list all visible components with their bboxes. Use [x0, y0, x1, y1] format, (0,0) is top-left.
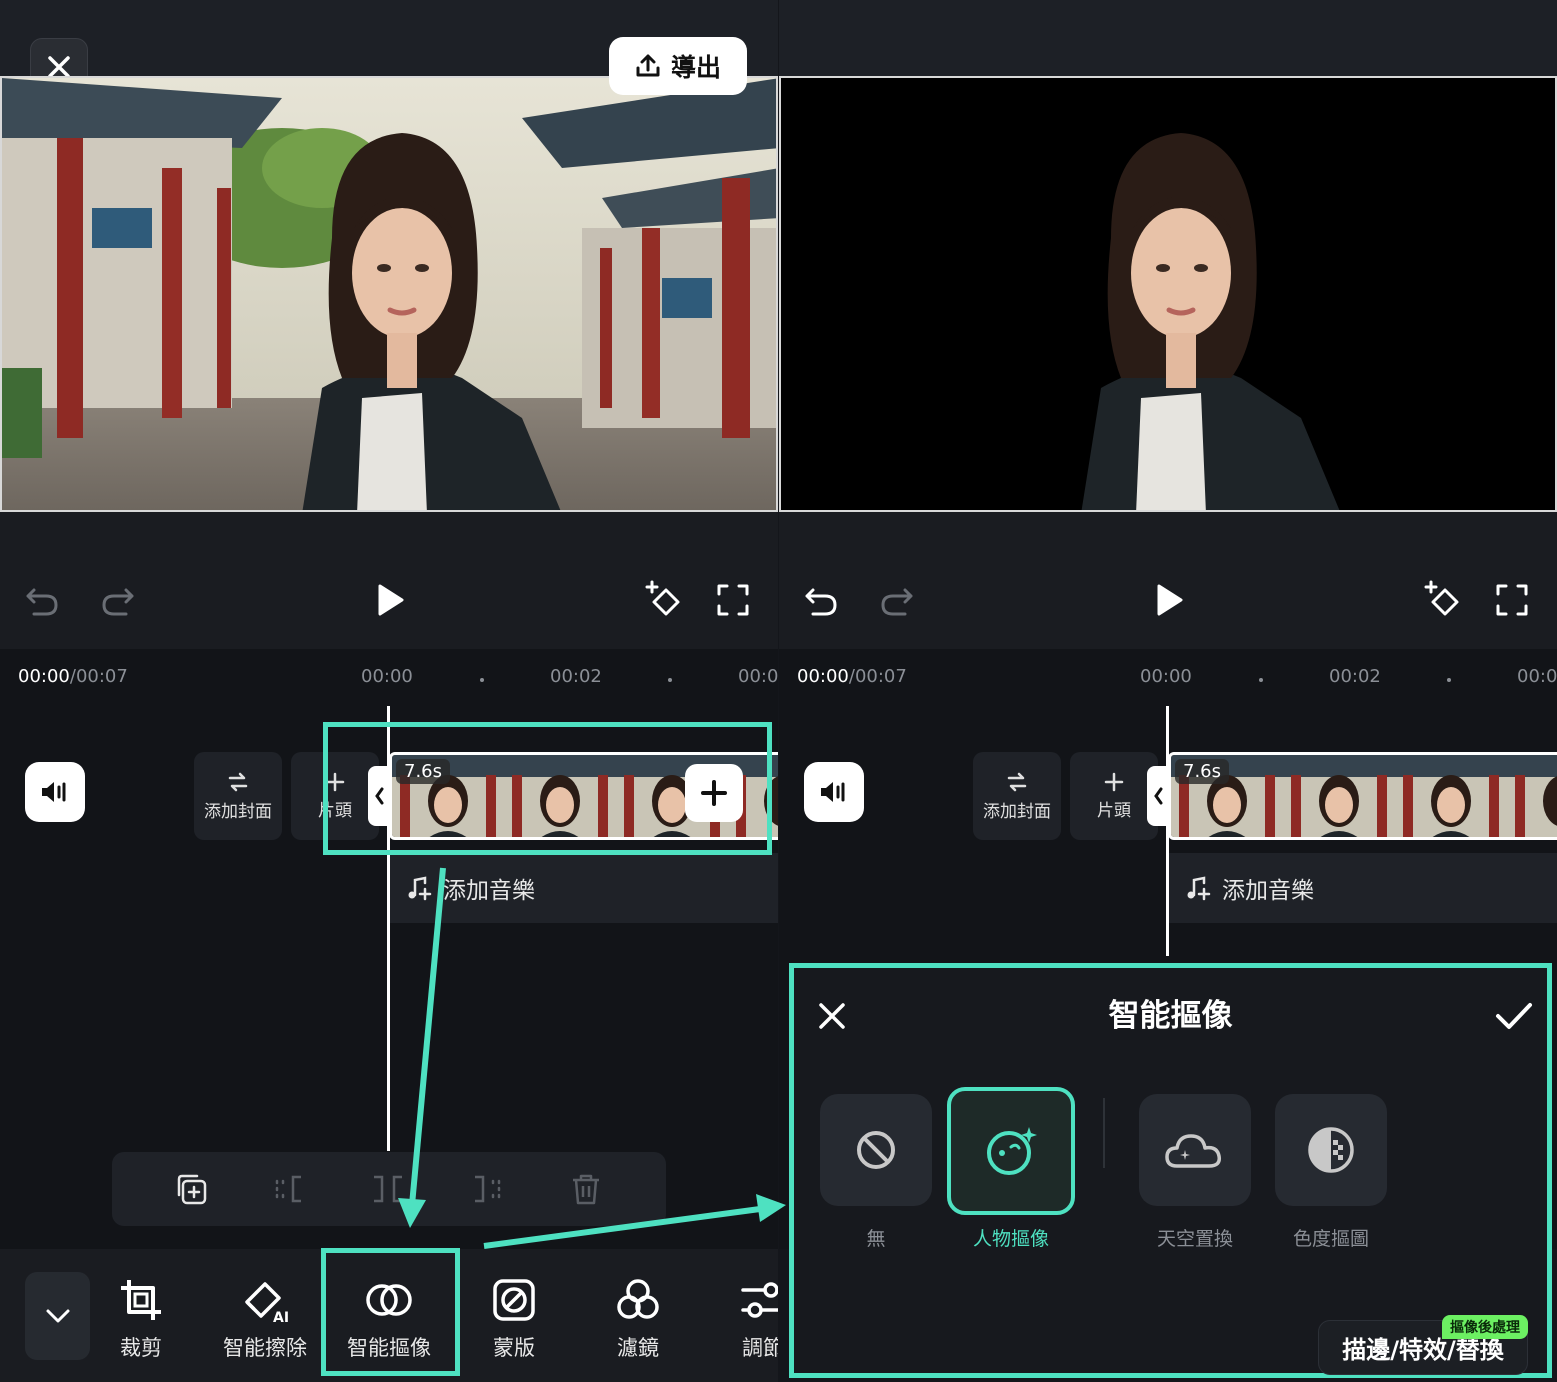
arrow-right-icon	[483, 1194, 786, 1249]
annotation-arrows	[398, 867, 786, 1249]
arrow-down-icon	[398, 867, 446, 1228]
